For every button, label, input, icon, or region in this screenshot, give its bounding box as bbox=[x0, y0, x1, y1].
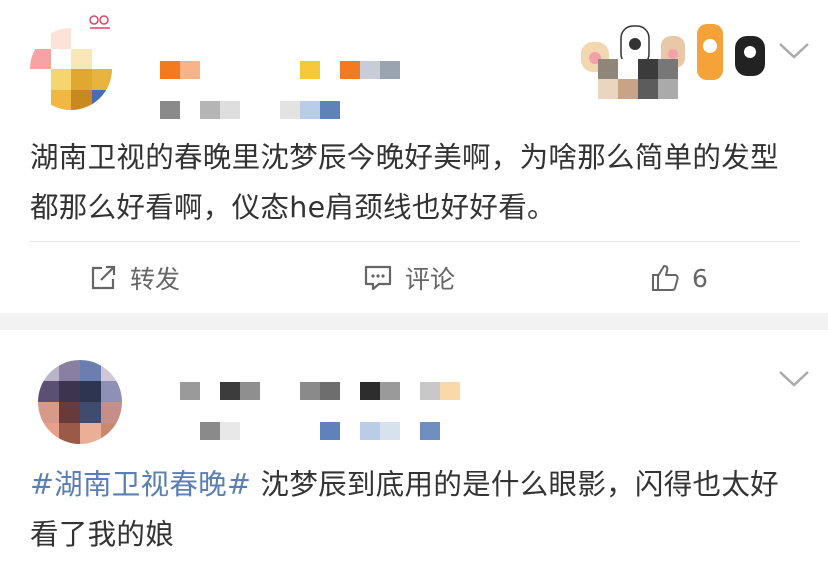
comment-button[interactable]: 评论 bbox=[363, 255, 455, 301]
decoration-blurred bbox=[598, 59, 678, 79]
avatar[interactable] bbox=[30, 28, 112, 110]
comment-label: 评论 bbox=[405, 265, 456, 294]
thumbs-up-icon bbox=[652, 265, 679, 291]
repost-button[interactable]: 转发 bbox=[88, 255, 180, 301]
decoration-blurred-2 bbox=[598, 79, 678, 99]
repost-label: 转发 bbox=[130, 265, 181, 294]
repost-icon bbox=[91, 265, 116, 290]
post-text: #湖南卫视春晚# 沈梦辰到底用的是什么眼影，闪得也太好看了我的娘 bbox=[30, 460, 800, 560]
chevron-down-icon[interactable] bbox=[777, 368, 811, 390]
action-divider bbox=[30, 241, 800, 242]
post-card: #湖南卫视春晚# 沈梦辰到底用的是什么眼影，闪得也太好看了我的娘 bbox=[0, 330, 828, 568]
username-blurred[interactable] bbox=[160, 61, 200, 79]
chevron-down-icon[interactable] bbox=[777, 40, 811, 62]
hashtag-link[interactable]: #湖南卫视春晚# bbox=[30, 468, 251, 501]
action-bar: 转发 评论 6 bbox=[0, 255, 828, 301]
comment-icon bbox=[364, 265, 392, 291]
like-button[interactable]: 6 bbox=[650, 255, 708, 301]
post-card: 湖南卫视的春晚里沈梦辰今晚好美啊，为啥那么简单的发型都那么好看啊，仪态he肩颈线… bbox=[0, 0, 828, 313]
post-meta-blurred bbox=[200, 422, 240, 440]
avatar-frame-icon bbox=[89, 15, 110, 29]
post-text: 湖南卫视的春晚里沈梦辰今晚好美啊，为啥那么简单的发型都那么好看啊，仪态he肩颈线… bbox=[30, 141, 779, 224]
avatar[interactable] bbox=[38, 360, 122, 444]
post-source-blurred bbox=[320, 422, 440, 440]
post-meta-blurred bbox=[160, 101, 240, 119]
post-source-blurred bbox=[280, 101, 340, 119]
username-blurred-tail bbox=[360, 382, 460, 400]
username-blurred[interactable] bbox=[180, 382, 340, 400]
like-count: 6 bbox=[692, 263, 708, 293]
username-blurred-tail bbox=[300, 61, 400, 79]
